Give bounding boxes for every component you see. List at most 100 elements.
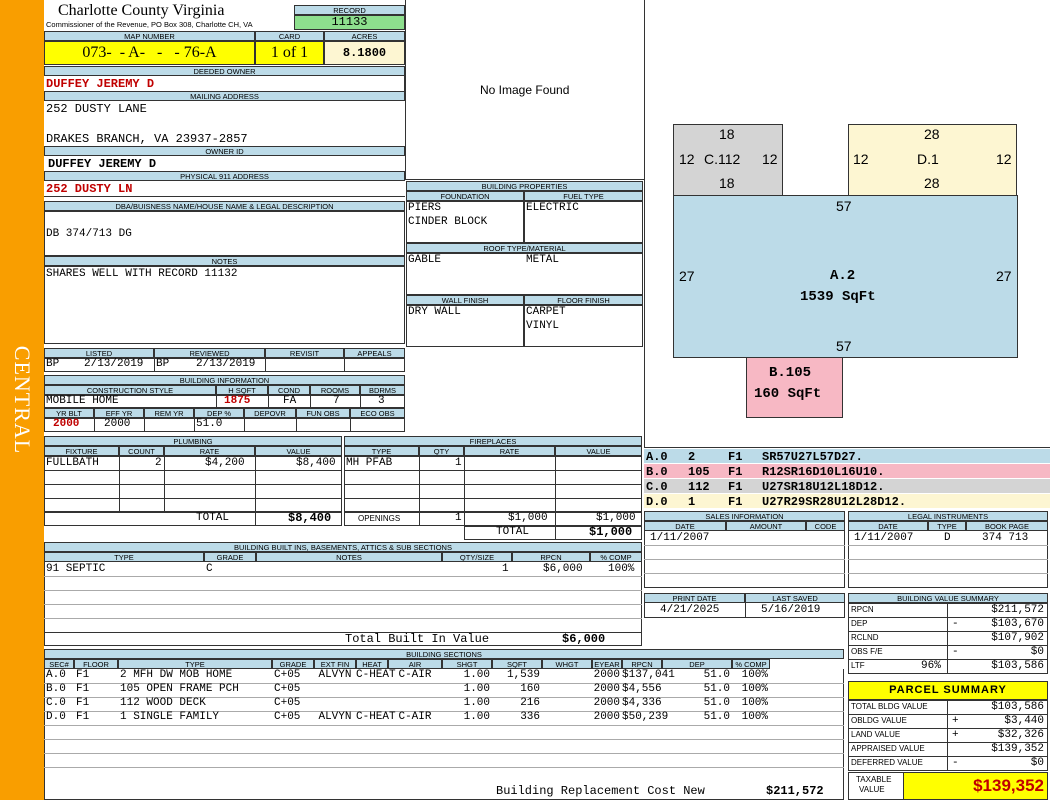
- section-cell: 100%: [741, 669, 768, 681]
- parcel-sign: +: [952, 715, 959, 727]
- parcel-value: $0: [1030, 757, 1044, 769]
- roof-box: [406, 253, 643, 295]
- section-col-header: DEP: [662, 659, 732, 669]
- foundation-1: PIERS: [408, 202, 442, 214]
- sections-total: $211,572: [766, 784, 824, 798]
- listed-header: LISTED: [44, 348, 154, 358]
- hsqft-value: 1875: [224, 395, 251, 407]
- parcel-summary-title: PARCEL SUMMARY: [848, 681, 1048, 700]
- fp-type-header: TYPE: [344, 446, 419, 456]
- notes-text: SHARES WELL WITH RECORD 11132: [46, 268, 238, 280]
- last-saved: 5/16/2019: [761, 604, 821, 616]
- bvs-value: $103,670: [991, 618, 1044, 630]
- bvs-label: OBS F/E: [851, 647, 883, 656]
- b-label: B.105: [769, 365, 812, 381]
- bi-type: 91 SEPTIC: [46, 563, 106, 575]
- sales-date: 1/11/2007: [650, 532, 710, 544]
- mailing-line2: DRAKES BRANCH, VA 23937-2857: [46, 132, 248, 146]
- wall-finish-header: WALL FINISH: [406, 295, 524, 305]
- section-cell: C-HEAT: [356, 669, 396, 681]
- section-cell: 336: [520, 711, 540, 723]
- section-cell: 1,539: [506, 669, 540, 681]
- building-properties-header: BUILDING PROPERTIES: [406, 181, 643, 191]
- yrblt-value: 2000: [53, 418, 80, 430]
- section-cell: 105 OPEN FRAME PCH: [120, 683, 239, 695]
- hsqft-header: H SQFT: [216, 385, 268, 395]
- bvs-row: DEP - $103,670: [848, 617, 1048, 632]
- bvs-row: LTF 96% $103,586: [848, 659, 1048, 674]
- parcel-row: DEFERRED VALUE - $0: [848, 756, 1048, 771]
- a-bottom: 57: [836, 338, 852, 354]
- plumb-total: $8,400: [288, 511, 332, 525]
- bi-comp: 100%: [608, 563, 635, 575]
- parcel-row: TOTAL BLDG VALUE $103,586: [848, 700, 1048, 715]
- remyr-header: REM YR: [144, 408, 194, 418]
- c-left: 12: [679, 151, 695, 167]
- taxable-value: $139,352: [904, 773, 1047, 799]
- ecoobs-header: ECO OBS: [350, 408, 405, 418]
- card-header: CARD: [255, 31, 324, 41]
- deeded-owner: DUFFEY JEREMY D: [46, 77, 155, 91]
- d-top: 28: [924, 126, 940, 142]
- area-sec: C.0: [646, 480, 668, 494]
- bvs-label: RCLND: [851, 633, 879, 642]
- reviewed-date: 2/13/2019: [196, 358, 256, 370]
- depovr-header: DEPOVR: [244, 408, 296, 418]
- section-col-header: HEAT: [356, 659, 388, 669]
- b-sqft: 160 SqFt: [754, 386, 822, 402]
- c-label: C.112: [704, 151, 741, 167]
- c-right: 12: [762, 151, 778, 167]
- area-floor: F1: [728, 450, 743, 464]
- legal-book-header: BOOK PAGE: [966, 521, 1048, 531]
- bi-type-header: TYPE: [44, 552, 204, 562]
- section-cell: 1.00: [463, 669, 490, 681]
- section-cell: C-AIR: [398, 669, 432, 681]
- area-path: U27R29SR28U12L28D12.: [762, 495, 907, 509]
- bvs-value: $0: [1030, 646, 1044, 658]
- section-cell: 2000: [593, 669, 620, 681]
- sales-header: SALES INFORMATION: [644, 511, 845, 521]
- parcel-label: OBLDG VALUE: [851, 716, 907, 725]
- dba-text: DB 374/713 DG: [46, 228, 132, 240]
- parcel-sign: -: [952, 757, 959, 769]
- section-cell: 100%: [741, 683, 768, 695]
- print-date-header: PRINT DATE: [644, 593, 745, 603]
- parcel-row: APPRAISED VALUE $139,352: [848, 742, 1048, 757]
- bvs-header: BUILDING VALUE SUMMARY: [848, 593, 1048, 603]
- section-cell: F1: [76, 711, 90, 723]
- section-cell: 1.00: [463, 683, 490, 695]
- area-row: C.0 112 F1 U27SR18U12L18D12.: [644, 479, 1050, 494]
- section-cell: A.0: [46, 669, 66, 681]
- parcel-label: APPRAISED VALUE: [851, 744, 925, 753]
- section-cell: $50,239: [622, 711, 669, 723]
- roof-type: GABLE: [408, 254, 442, 266]
- rooms-header: ROOMS: [310, 385, 360, 395]
- section-col-header: GRADE: [272, 659, 314, 669]
- acres-value: 8.1800: [324, 41, 405, 65]
- section-col-header: SQFT: [492, 659, 542, 669]
- section-col-header: WHGT: [542, 659, 592, 669]
- no-image-text: No Image Found: [480, 83, 570, 97]
- construction-style-header: CONSTRUCTION STYLE: [44, 385, 216, 395]
- bi-qty: 1: [502, 563, 509, 575]
- listed-by: BP: [46, 358, 60, 370]
- section-cell: C+05: [274, 711, 301, 723]
- plumbing-header: PLUMBING: [44, 436, 342, 446]
- floor-finish-header: FLOOR FINISH: [524, 295, 643, 305]
- section-cell: C+05: [274, 683, 301, 695]
- construction-style: MOBILE HOME: [46, 395, 119, 407]
- a-right: 27: [996, 268, 1012, 284]
- map-number: 073- - A- - - 76-A: [44, 41, 255, 65]
- area-sec: B.0: [646, 465, 668, 479]
- bvs-label: RPCN: [851, 605, 874, 614]
- parcel-row: LAND VALUE + $32,326: [848, 728, 1048, 743]
- appeals-header: APPEALS: [344, 348, 405, 358]
- legal-date-header: DATE: [848, 521, 928, 531]
- area-path: R12SR16D10L16U10.: [762, 465, 885, 479]
- area-code: 2: [688, 450, 696, 464]
- c-top: 18: [719, 126, 735, 142]
- print-date: 4/21/2025: [660, 604, 720, 616]
- mailing-line1: 252 DUSTY LANE: [46, 102, 147, 116]
- fp-value-header: VALUE: [555, 446, 642, 456]
- bi-rpcn: $6,000: [543, 563, 583, 575]
